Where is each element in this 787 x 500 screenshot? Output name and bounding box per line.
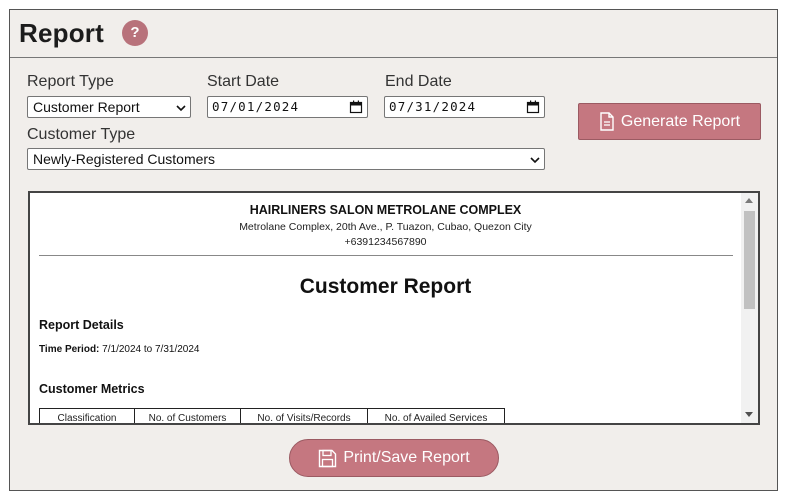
column-header: No. of Customers bbox=[134, 408, 241, 423]
report-type-label: Report Type bbox=[27, 73, 114, 90]
business-name: HAIRLINERS SALON METROLANE COMPLEX bbox=[249, 203, 522, 217]
customer-type-value: Newly-Registered Customers bbox=[33, 151, 216, 167]
calendar-icon[interactable] bbox=[349, 100, 363, 114]
end-date-value: 07/31/2024 bbox=[389, 99, 477, 114]
start-date-label: Start Date bbox=[207, 73, 280, 90]
business-phone: +6391234567890 bbox=[344, 236, 427, 248]
column-header: Classification bbox=[39, 408, 135, 423]
divider bbox=[39, 255, 733, 256]
save-icon bbox=[319, 449, 337, 467]
time-period-label: Time Period: bbox=[39, 344, 100, 355]
customer-type-label: Customer Type bbox=[27, 126, 136, 143]
help-icon[interactable]: ? bbox=[122, 20, 148, 46]
time-period: Time Period: 7/1/2024 to 7/31/2024 bbox=[39, 344, 199, 355]
report-document: HAIRLINERS SALON METROLANE COMPLEX Metro… bbox=[30, 193, 741, 423]
report-details-heading: Report Details bbox=[39, 318, 124, 332]
metrics-table: Classification No. of Customers No. of V… bbox=[39, 408, 505, 423]
report-type-value: Customer Report bbox=[33, 99, 140, 115]
start-date-input[interactable]: 07/01/2024 bbox=[207, 96, 368, 118]
generate-report-button[interactable]: Generate Report bbox=[578, 103, 761, 140]
scrollbar[interactable] bbox=[741, 193, 758, 423]
report-type-select[interactable]: Customer Report bbox=[27, 96, 191, 118]
header: Report ? bbox=[10, 10, 777, 58]
table-header-row: Classification No. of Customers No. of V… bbox=[39, 408, 505, 423]
column-header: No. of Availed Services bbox=[367, 408, 505, 423]
chevron-down-icon bbox=[530, 157, 540, 164]
scrollbar-thumb[interactable] bbox=[744, 211, 755, 309]
report-title: Customer Report bbox=[299, 275, 472, 298]
calendar-icon[interactable] bbox=[526, 100, 540, 114]
end-date-input[interactable]: 07/31/2024 bbox=[384, 96, 545, 118]
chevron-down-icon bbox=[176, 105, 186, 112]
scroll-down-arrow-icon[interactable] bbox=[745, 412, 753, 417]
generate-report-label: Generate Report bbox=[620, 112, 741, 130]
scroll-up-arrow-icon[interactable] bbox=[745, 198, 753, 203]
report-preview[interactable]: HAIRLINERS SALON METROLANE COMPLEX Metro… bbox=[28, 191, 760, 425]
time-period-value: 7/1/2024 to 7/31/2024 bbox=[102, 344, 200, 355]
end-date-label: End Date bbox=[385, 73, 452, 90]
print-save-report-label: Print/Save Report bbox=[343, 449, 470, 466]
document-icon bbox=[600, 112, 614, 131]
page-title: Report bbox=[19, 18, 104, 48]
customer-metrics-heading: Customer Metrics bbox=[39, 382, 145, 396]
print-save-report-button[interactable]: Print/Save Report bbox=[289, 439, 499, 477]
customer-type-select[interactable]: Newly-Registered Customers bbox=[27, 148, 545, 170]
business-address: Metrolane Complex, 20th Ave., P. Tuazon,… bbox=[239, 221, 532, 233]
report-panel: Report ? Report Type Customer Report Sta… bbox=[9, 9, 778, 491]
column-header: No. of Visits/Records bbox=[240, 408, 368, 423]
start-date-value: 07/01/2024 bbox=[212, 99, 300, 114]
